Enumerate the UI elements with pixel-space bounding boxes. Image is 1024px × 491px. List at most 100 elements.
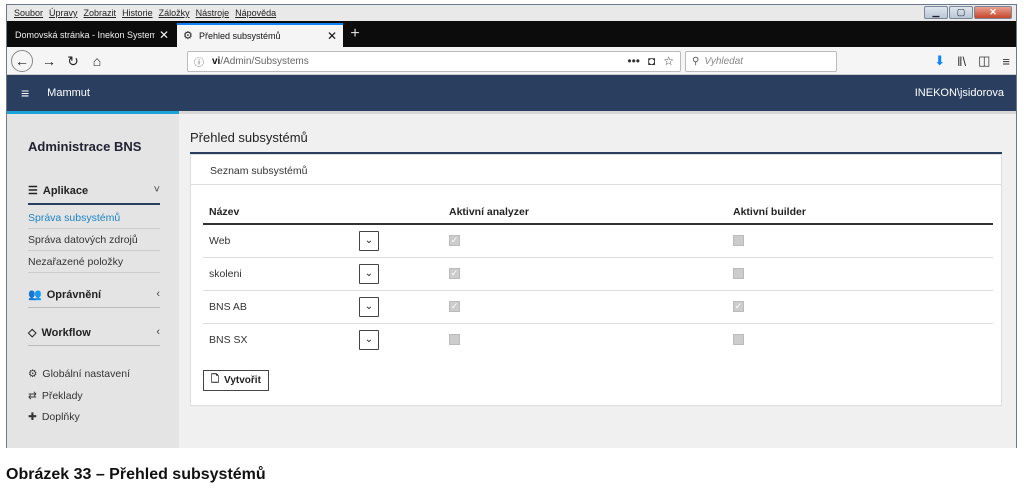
row-dropdown-button[interactable]: ⌄ <box>359 263 379 284</box>
app-brand[interactable]: Mammut <box>47 87 90 99</box>
menu-nastroje[interactable]: Nástroje <box>193 8 233 18</box>
close-icon[interactable]: ✕ <box>159 28 169 42</box>
menu-historie[interactable]: Historie <box>119 8 156 18</box>
info-icon[interactable]: ⓘ <box>194 54 204 69</box>
download-icon[interactable]: ⬇ <box>934 53 945 69</box>
analyzer-checkbox: ✓ <box>449 268 460 279</box>
chevron-left-icon: ‹ <box>156 326 160 338</box>
more-icon[interactable]: ••• <box>627 54 640 68</box>
tab-home[interactable]: Domovská stránka - Inekon System ✕ <box>9 23 175 47</box>
cell-analyzer <box>443 323 727 356</box>
maximize-button[interactable]: ▢ <box>949 6 973 19</box>
new-tab-button[interactable]: + <box>345 23 365 45</box>
chevron-down-icon: ⌄ <box>364 267 374 279</box>
sidebar-section-opravneni[interactable]: 👥 Oprávnění ‹ <box>28 288 160 308</box>
library-icon[interactable]: ‖\ <box>957 54 966 69</box>
pocket-icon[interactable]: ◘ <box>648 54 655 68</box>
table-row: Web ⌄ ✓ <box>203 224 993 258</box>
row-dropdown-button[interactable]: ⌄ <box>359 296 379 317</box>
chevron-down-icon: ˅ <box>153 184 160 196</box>
cell-analyzer: ✓ <box>443 224 727 258</box>
analyzer-checkbox: ✓ <box>449 235 460 247</box>
column-header-actions <box>353 201 443 225</box>
cell-actions: ⌄ <box>353 290 443 324</box>
list-icon: ☰ <box>28 185 38 197</box>
sidebar-item-sprava-subsystemu[interactable]: Správa subsystémů <box>28 208 160 229</box>
back-icon[interactable]: ← <box>11 50 33 72</box>
reload-icon[interactable]: ↻ <box>63 51 83 71</box>
builder-checkbox <box>733 268 744 279</box>
url-bar[interactable]: ⓘ vi /Admin/Subsystems ••• ◘ ☆ <box>187 51 681 72</box>
sidebar-section-aplikace[interactable]: ☰ Aplikace ˅ <box>28 184 160 205</box>
builder-checkbox <box>733 334 744 346</box>
sidebar-link-globalni-nastaveni[interactable]: ⚙ Globální nastavení <box>28 368 130 380</box>
cell-name: BNS SX <box>209 333 248 346</box>
users-icon: 👥 <box>28 289 42 301</box>
table-row: BNS AB ⌄ ✓ ✓ <box>203 290 993 324</box>
sidebar-item-sprava-datovych-zdroju[interactable]: Správa datových zdrojů <box>28 230 160 251</box>
minimize-button[interactable]: ▁ <box>924 6 948 19</box>
section-label: Aplikace <box>42 184 89 197</box>
nav-bar: ← → ↻ ⌂ ⓘ vi /Admin/Subsystems ••• ◘ ☆ ⚲… <box>7 47 1016 75</box>
subsystems-table: Název Aktivní analyzer Aktivní builder W… <box>203 201 993 356</box>
section-label: Workflow <box>41 326 91 339</box>
sidebar-title: Administrace BNS <box>28 139 142 154</box>
search-placeholder: Vyhledat <box>704 56 744 67</box>
cell-actions: ⌄ <box>353 224 443 258</box>
page-title: Přehled subsystémů <box>190 130 308 145</box>
sidebar-item-nezarazene-polozky[interactable]: Nezařazené položky <box>28 252 160 273</box>
menu-bar: Soubor Úpravy Zobrazit Historie Záložky … <box>7 5 1016 21</box>
cell-name: skoleni <box>203 257 353 291</box>
analyzer-checkbox: ✓ <box>449 301 460 312</box>
row-dropdown-button[interactable]: ⌄ <box>359 230 379 251</box>
home-icon[interactable]: ⌂ <box>87 51 107 71</box>
chevron-left-icon: ‹ <box>156 288 160 300</box>
tab-strip: Domovská stránka - Inekon System ✕ ⚙ Pře… <box>7 21 1016 47</box>
user-name[interactable]: INEKON\jsidorova <box>915 87 1004 99</box>
menu-soubor[interactable]: Soubor <box>11 8 46 18</box>
url-path: /Admin/Subsystems <box>220 56 309 67</box>
gear-icon: ⚙ <box>183 29 193 42</box>
star-icon[interactable]: ☆ <box>663 54 674 68</box>
cell-name: Web <box>203 224 353 258</box>
main-content: Přehled subsystémů Seznam subsystémů Náz… <box>179 114 1016 448</box>
app-header: ≡ Mammut INEKON\jsidorova <box>7 75 1016 111</box>
window-close-button[interactable]: ✕ <box>974 6 1012 19</box>
sidebar-link-preklady[interactable]: ⇄ Překlady <box>28 390 83 402</box>
figure-caption: Obrázek 33 – Přehled subsystémů <box>6 466 266 483</box>
column-header-nazev[interactable]: Název <box>203 201 353 225</box>
browser-window: Soubor Úpravy Zobrazit Historie Záložky … <box>6 4 1017 448</box>
link-label: Doplňky <box>41 411 80 423</box>
cell-builder <box>727 323 993 356</box>
cell-analyzer: ✓ <box>443 257 727 291</box>
builder-checkbox: ✓ <box>733 301 744 312</box>
subsystems-panel: Seznam subsystémů Název Aktivní analyzer… <box>190 154 1002 406</box>
search-input[interactable]: ⚲ Vyhledat <box>685 51 837 72</box>
sidebar-toggle-icon[interactable]: ◫ <box>978 53 990 69</box>
panel-title: Seznam subsystémů <box>191 155 1001 185</box>
sidebar-link-doplnky[interactable]: ✚ Doplňky <box>28 411 80 423</box>
create-label: Vytvořit <box>224 375 261 386</box>
menu-zobrazit[interactable]: Zobrazit <box>81 8 120 18</box>
window-controls: ▁ ▢ ✕ <box>924 6 1012 19</box>
chevron-down-icon: ⌄ <box>364 333 374 345</box>
sidebar-section-workflow[interactable]: ◇ Workflow ‹ <box>28 326 160 346</box>
table-row: BNS SX ⌄ <box>203 323 993 356</box>
menu-upravy[interactable]: Úpravy <box>46 8 81 18</box>
column-header-aktivni-analyzer[interactable]: Aktivní analyzer <box>443 201 727 225</box>
table-header-row: Název Aktivní analyzer Aktivní builder <box>203 201 993 225</box>
column-header-aktivni-builder[interactable]: Aktivní builder <box>727 201 993 225</box>
menu-zalozky[interactable]: Záložky <box>156 8 193 18</box>
cell-builder <box>727 257 993 291</box>
forward-icon[interactable]: → <box>39 51 59 71</box>
arrows-icon: ⇄ <box>28 390 37 402</box>
hamburger-menu-icon[interactable]: ≡ <box>1002 54 1010 69</box>
close-icon[interactable]: ✕ <box>327 29 337 43</box>
tab-subsystems[interactable]: ⚙ Přehled subsystémů ✕ <box>177 23 343 47</box>
menu-napoveda[interactable]: Nápověda <box>232 8 279 18</box>
toolbar-right: ⬇ ‖\ ◫ ≡ <box>934 51 1010 71</box>
chevron-down-icon: ⌄ <box>364 234 374 246</box>
create-button[interactable]: 🗋 Vytvořit <box>203 370 269 391</box>
row-dropdown-button[interactable]: ⌄ <box>359 329 379 350</box>
menu-toggle-icon[interactable]: ≡ <box>21 85 29 101</box>
